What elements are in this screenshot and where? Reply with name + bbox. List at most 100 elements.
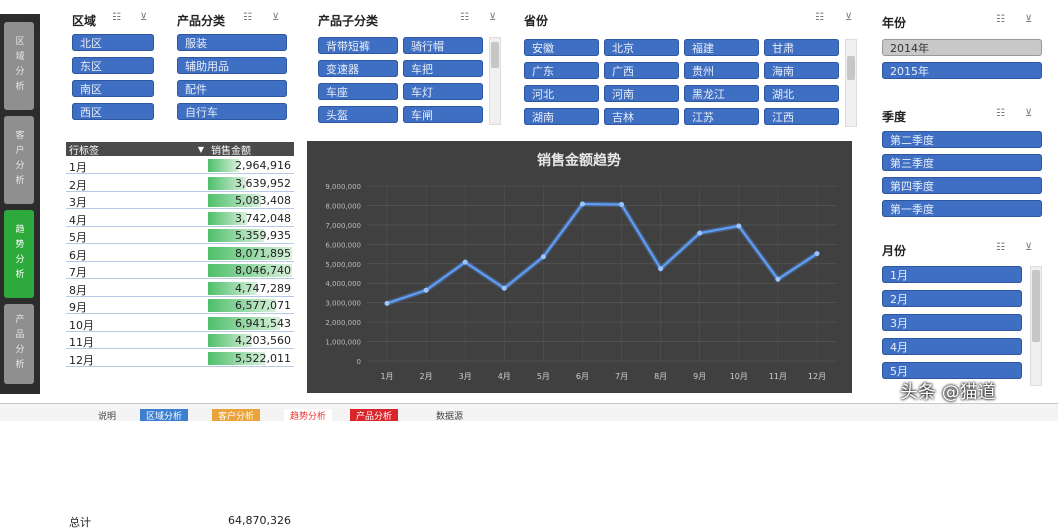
clear-filter-icon[interactable]: ⊻ (1025, 14, 1032, 25)
line-chart-svg: 销售金额趋势 0 1,000,000 2,000,000 3,000,000 4,000,… (325, 152, 837, 381)
row-month: 3月 (69, 196, 87, 209)
scrollbar-thumb[interactable] (491, 42, 499, 68)
slicer-item[interactable]: 辅助用品 (177, 57, 287, 74)
sheet-tab-bar: 说明 区域分析 客户分析 趋势分析 产品分析 数据源 (0, 403, 1058, 422)
slicer-item[interactable]: 第二季度 (882, 131, 1042, 148)
multi-select-icon[interactable]: ☷ (112, 12, 121, 23)
slicer-item[interactable]: 东区 (72, 57, 154, 74)
slicer-item[interactable]: 头盔 (318, 106, 398, 123)
slicer-item[interactable]: 车闸 (403, 106, 483, 123)
sheet-tab[interactable]: 说明 (92, 409, 122, 422)
row-value: 3,742,048 (235, 211, 291, 225)
slicer-item[interactable]: 2月 (882, 290, 1022, 307)
row-month: 9月 (69, 301, 87, 314)
nav-tab-product[interactable]: 产品分析 (4, 304, 34, 384)
slicer-item[interactable]: 湖南 (524, 108, 599, 125)
scrollbar-thumb[interactable] (1032, 270, 1040, 342)
slicer-item[interactable]: 车把 (403, 60, 483, 77)
slicer-item[interactable]: 海南 (764, 62, 839, 79)
sheet-tab[interactable]: 产品分析 (350, 409, 399, 422)
clear-filter-icon[interactable]: ⊻ (489, 12, 496, 23)
x-tick-label: 9月 (693, 372, 706, 381)
slicer-item[interactable]: 第一季度 (882, 200, 1042, 217)
clear-filter-icon[interactable]: ⊻ (845, 12, 852, 23)
nav-tab-region[interactable]: 区域分析 (4, 22, 34, 110)
slicer-title: 产品分类 (177, 14, 226, 28)
slicer-item[interactable]: 南区 (72, 80, 154, 97)
data-point (423, 287, 429, 293)
slicer-item[interactable]: 江西 (764, 108, 839, 125)
analysis-nav: 区域分析 客户分析 趋势分析 产品分析 (0, 14, 40, 394)
slicer-item[interactable]: 黑龙江 (684, 85, 759, 102)
slicer-item[interactable]: 4月 (882, 338, 1022, 355)
clear-filter-icon[interactable]: ⊻ (1025, 242, 1032, 253)
slicer-item[interactable]: 甘肃 (764, 39, 839, 56)
slicer-item[interactable]: 3月 (882, 314, 1022, 331)
y-tick-label: 3,000,000 (325, 300, 361, 308)
slicer-item[interactable]: 车灯 (403, 83, 483, 100)
multi-select-icon[interactable]: ☷ (996, 14, 1005, 25)
clear-filter-icon[interactable]: ⊻ (1025, 108, 1032, 119)
slicer-item[interactable]: 第四季度 (882, 177, 1042, 194)
slicer-item[interactable]: 车座 (318, 83, 398, 100)
slicer-title: 省份 (524, 14, 549, 28)
y-tick-label: 6,000,000 (325, 241, 361, 249)
slicer-item-selected[interactable]: 2014年 (882, 39, 1042, 56)
row-value: 4,203,560 (235, 334, 291, 347)
nav-tab-customer[interactable]: 客户分析 (4, 116, 34, 204)
slicer-item[interactable]: 河北 (524, 85, 599, 102)
row-month: 8月 (69, 283, 87, 297)
slicer-item[interactable]: 1月 (882, 266, 1022, 283)
series-line-glow (386, 201, 819, 306)
row-month: 7月 (69, 266, 87, 279)
slicer-item[interactable]: 自行车 (177, 103, 287, 120)
slicer-item[interactable]: 广东 (524, 62, 599, 79)
slicer-item[interactable]: 骑行帽 (403, 37, 483, 54)
sheet-tab[interactable]: 客户分析 (212, 409, 261, 422)
total-label: 总计 (69, 516, 91, 529)
multi-select-icon[interactable]: ☷ (815, 12, 824, 23)
nav-tab-trend[interactable]: 趋势分析 (4, 210, 34, 298)
slicer-item[interactable]: 5月 (882, 362, 1022, 379)
multi-select-icon[interactable]: ☷ (996, 242, 1005, 253)
row-value: 5,083,408 (235, 194, 291, 207)
row-month: 12月 (69, 353, 94, 367)
row-month: 11月 (69, 336, 94, 349)
slicer-item[interactable]: 贵州 (684, 62, 759, 79)
sheet-tab-active[interactable]: 趋势分析 (284, 409, 333, 422)
clear-filter-icon[interactable]: ⊻ (140, 12, 147, 23)
slicer-item[interactable]: 变速器 (318, 60, 398, 77)
slicer-scrollbar[interactable] (489, 37, 501, 125)
multi-select-icon[interactable]: ☷ (460, 12, 469, 23)
slicer-item[interactable]: 北区 (72, 34, 154, 51)
slicer-item[interactable]: 广西 (604, 62, 679, 79)
slicer-item[interactable]: 江苏 (684, 108, 759, 125)
slicer-item[interactable]: 2015年 (882, 62, 1042, 79)
row-month: 1月 (69, 161, 87, 174)
slicer-item[interactable]: 湖北 (764, 85, 839, 102)
multi-select-icon[interactable]: ☷ (243, 12, 252, 23)
slicer-item[interactable]: 背带短裤 (318, 37, 398, 54)
data-point (579, 201, 585, 207)
slicer-item[interactable]: 吉林 (604, 108, 679, 125)
table-header-row-label[interactable]: 行标签 ▼ (66, 142, 208, 157)
slicer-title: 产品子分类 (318, 14, 379, 28)
slicer-scrollbar[interactable] (1030, 266, 1042, 386)
slicer-item[interactable]: 配件 (177, 80, 287, 97)
multi-select-icon[interactable]: ☷ (996, 108, 1005, 119)
sheet-tab[interactable]: 区域分析 (140, 409, 189, 422)
slicer-item[interactable]: 第三季度 (882, 154, 1042, 171)
filter-dropdown-icon[interactable]: ▼ (198, 145, 204, 154)
slicer-item[interactable]: 西区 (72, 103, 154, 120)
row-month: 10月 (69, 318, 94, 332)
slicer-item[interactable]: 安徽 (524, 39, 599, 56)
clear-filter-icon[interactable]: ⊻ (272, 12, 279, 23)
sheet-tab[interactable]: 数据源 (430, 409, 469, 422)
scrollbar-thumb[interactable] (847, 56, 855, 80)
row-month: 4月 (69, 213, 87, 227)
slicer-scrollbar[interactable] (845, 39, 857, 127)
slicer-item[interactable]: 河南 (604, 85, 679, 102)
slicer-item[interactable]: 福建 (684, 39, 759, 56)
slicer-item[interactable]: 北京 (604, 39, 679, 56)
slicer-item[interactable]: 服装 (177, 34, 287, 51)
